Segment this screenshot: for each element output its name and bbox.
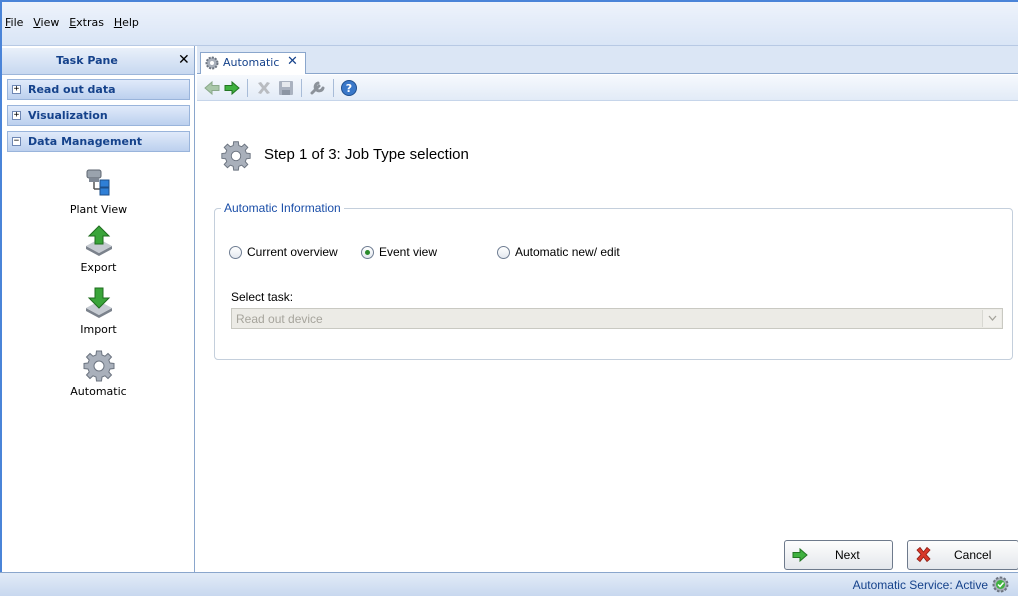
automatic-information-group: Automatic Information Current overview E… [214,201,1013,360]
pane-item-export[interactable]: Export [2,224,195,274]
toolbar-separator [333,79,334,97]
pane-item-label: Plant View [69,203,128,216]
svg-text:?: ? [346,82,352,95]
delete-icon[interactable] [255,79,273,97]
help-icon[interactable]: ? [340,79,358,97]
radio-label: Current overview [247,245,338,259]
toolbar-separator [301,79,302,97]
radio-label: Event view [379,245,438,259]
menu-extras[interactable]: Extras [69,16,104,29]
status-bar: Automatic Service: Active [0,572,1018,596]
menu-label: elp [122,16,139,29]
cancel-button[interactable]: Cancel [907,540,1018,570]
expand-icon[interactable]: + [12,85,21,94]
gear-icon [205,56,219,70]
collapse-icon[interactable]: − [12,137,21,146]
toolbar: ? [197,75,1018,101]
menu-label: ile [10,16,24,29]
close-icon [916,546,931,563]
gear-icon [221,141,251,171]
pane-item-automatic[interactable]: Automatic [2,348,195,398]
forward-arrow-icon[interactable] [223,79,241,97]
group-legend: Automatic Information [221,201,344,215]
task-pane-header: Task Pane ✕ [2,48,194,75]
close-icon[interactable]: ✕ [178,52,190,68]
radio-circle [361,246,374,259]
radio-label: Automatic new/ edit [515,245,620,259]
menu-view[interactable]: View [33,16,59,29]
button-label: Next [835,548,860,562]
task-pane-title: Task Pane [56,54,118,67]
menu-label: xtras [76,16,104,29]
menu-mnemonic: V [33,16,41,29]
pane-item-plant-view[interactable]: Plant View [2,166,195,216]
section-label: Read out data [28,83,116,96]
task-pane: Task Pane ✕ + Read out data + Visualizat… [2,46,195,574]
plant-view-icon [86,169,109,196]
button-label: Cancel [954,548,992,562]
select-task-label: Select task: [231,290,294,304]
task-select[interactable]: Read out device [231,308,1003,329]
export-icon [85,225,112,256]
back-arrow-icon[interactable] [203,79,221,97]
wizard-content: Step 1 of 3: Job Type selection Automati… [197,102,1018,574]
menu-help[interactable]: Help [114,16,139,29]
application-window: File View Extras Help Task Pane ✕ + Read… [0,0,1018,596]
import-icon [85,287,112,318]
gear-icon [83,350,114,382]
section-label: Data Management [28,135,143,148]
chevron-down-icon[interactable] [982,310,1001,327]
section-data-management[interactable]: − Data Management [7,131,190,152]
radio-selected-dot [365,250,370,255]
expand-icon[interactable]: + [12,111,21,120]
document-tab-strip: Automatic ✕ [197,46,1018,74]
task-select-value: Read out device [236,312,323,326]
radio-circle [497,246,510,259]
save-icon[interactable] [277,79,295,97]
toolbar-separator [247,79,248,97]
menu-mnemonic: H [113,16,123,29]
tab-automatic[interactable]: Automatic ✕ [200,52,306,74]
menu-file[interactable]: File [5,16,23,29]
section-visualization[interactable]: + Visualization [7,105,190,126]
section-read-out-data[interactable]: + Read out data [7,79,190,100]
menu-label: iew [40,16,60,29]
section-label: Visualization [28,109,108,122]
service-status-text: Automatic Service: Active [852,578,988,592]
forward-arrow-icon [792,547,808,563]
next-button[interactable]: Next [784,540,893,570]
step-title: Step 1 of 3: Job Type selection [264,146,469,163]
pane-item-label: Automatic [70,385,127,398]
tab-label: Automatic [223,56,280,69]
service-active-icon [992,576,1009,593]
radio-circle [229,246,242,259]
close-icon[interactable]: ✕ [287,54,298,69]
pane-item-import[interactable]: Import [2,286,195,336]
wrench-icon[interactable] [309,79,327,97]
pane-item-label: Export [80,261,117,274]
menu-bar: File View Extras Help [2,2,1018,46]
pane-item-label: Import [80,323,117,336]
